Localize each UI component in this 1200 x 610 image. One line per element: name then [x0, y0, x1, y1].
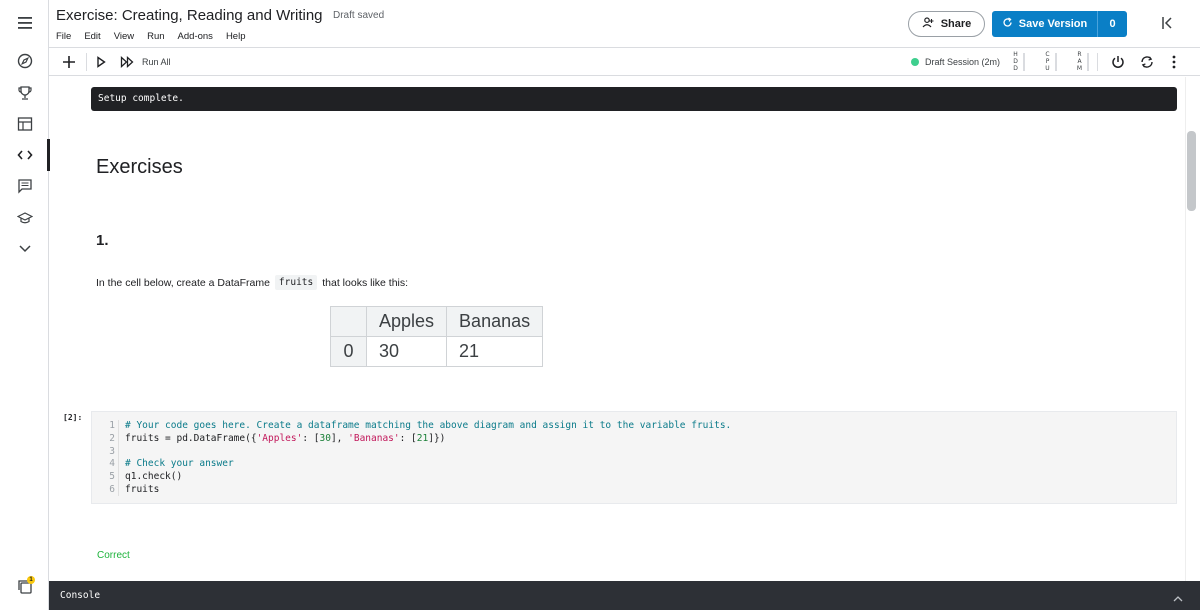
run-all-icon[interactable] [120, 54, 135, 70]
chevron-down-icon[interactable] [0, 235, 49, 263]
menu-icon[interactable] [0, 9, 49, 37]
table-corner-cell [330, 306, 367, 337]
refresh-icon [1002, 17, 1013, 31]
run-cell-icon[interactable] [96, 54, 106, 70]
code-line-5: q1.check() [125, 471, 183, 483]
console-label: Console [60, 590, 101, 601]
power-icon[interactable] [1111, 54, 1125, 70]
code-cell[interactable]: 1 2 3 4 5 6 # Your code goes here. Creat… [91, 411, 1177, 504]
cell-execution-count: [2]: [63, 413, 83, 422]
cpu-meter: CPU [1045, 51, 1050, 72]
session-status[interactable]: Draft Session (2m) [911, 57, 1000, 67]
toolbar-divider [1097, 53, 1098, 71]
row-index: 0 [330, 336, 367, 367]
header: Exercise: Creating, Reading and Writing … [49, 0, 1200, 48]
code-line-4: # Check your answer [125, 458, 234, 470]
notification-badge: 1 [27, 576, 35, 584]
menu-run[interactable]: Run [147, 31, 164, 42]
notebook-title[interactable]: Exercise: Creating, Reading and Writing [56, 7, 323, 24]
run-all-button[interactable]: Run All [142, 54, 171, 70]
dataframe-table: Apples Bananas 0 30 21 [330, 306, 544, 367]
column-header: Bananas [446, 306, 544, 337]
share-label: Share [940, 18, 972, 30]
share-icon [922, 17, 935, 31]
menu-edit[interactable]: Edit [84, 31, 100, 42]
scrollbar-thumb[interactable] [1187, 131, 1196, 211]
setup-output: Setup complete. [91, 87, 1177, 111]
code-line-1: # Your code goes here. Create a datafram… [125, 420, 732, 431]
notebook-toolbar: Run All Draft Session (2m) HDD CPU RAM [49, 49, 1200, 76]
section-heading: Exercises [96, 156, 183, 178]
menu-help[interactable]: Help [226, 31, 246, 42]
notebook-app: 1 Exercise: Creating, Reading and Writin… [0, 0, 1200, 610]
save-version-button[interactable]: Save Version [992, 11, 1097, 37]
collapse-panel-icon[interactable] [1161, 16, 1175, 35]
session-label: Draft Session (2m) [925, 57, 1001, 67]
compass-icon[interactable] [0, 47, 49, 75]
save-version-label: Save Version [1018, 18, 1088, 30]
notebook-content: Setup complete. Exercises 1. In the cell… [49, 77, 1185, 581]
line-numbers: 1 2 3 4 5 6 [92, 420, 119, 496]
menu-view[interactable]: View [114, 31, 134, 42]
comments-icon[interactable] [0, 172, 49, 200]
code-line-6: fruits [125, 483, 160, 495]
code-icon[interactable] [0, 139, 50, 171]
restart-icon[interactable] [1140, 54, 1154, 70]
code-editor[interactable]: # Your code goes here. Create a datafram… [125, 420, 731, 497]
session-status-dot [911, 58, 919, 66]
inline-code: fruits [274, 275, 318, 290]
table-icon[interactable] [0, 110, 49, 138]
menu-add-ons[interactable]: Add-ons [178, 31, 213, 42]
add-cell-icon[interactable] [62, 54, 76, 70]
ram-meter-bar [1087, 53, 1089, 71]
console-bar[interactable]: Console [49, 581, 1200, 610]
left-sidebar: 1 [0, 0, 50, 610]
table-cell: 30 [365, 336, 448, 367]
menu-bar: File Edit View Run Add-ons Help [56, 31, 258, 42]
toolbar-divider [86, 53, 87, 71]
question-instruction: In the cell below, create a DataFrame fr… [96, 275, 409, 290]
question-number: 1. [96, 232, 109, 249]
check-result: Correct [97, 550, 130, 561]
code-line-2: fruits = pd.DataFrame({'Apples': [30], '… [125, 432, 446, 444]
hdd-meter: HDD [1013, 51, 1018, 72]
table-cell: 21 [446, 336, 544, 367]
trophy-icon[interactable] [0, 79, 49, 107]
hdd-meter-bar [1023, 53, 1025, 71]
cpu-meter-bar [1055, 53, 1057, 71]
code-line-3: ​ [125, 446, 731, 459]
draft-status: Draft saved [333, 10, 385, 21]
chevron-up-icon[interactable] [1173, 589, 1183, 607]
table-header-row: Apples Bananas [330, 306, 544, 337]
column-header: Apples [365, 306, 448, 337]
more-options-icon[interactable] [1171, 54, 1177, 70]
school-icon[interactable] [0, 204, 49, 232]
table-row: 0 30 21 [330, 336, 544, 367]
ram-meter: RAM [1076, 51, 1083, 72]
share-button[interactable]: Share [908, 11, 985, 37]
menu-file[interactable]: File [56, 31, 71, 42]
version-count-button[interactable]: 0 [1097, 11, 1127, 37]
